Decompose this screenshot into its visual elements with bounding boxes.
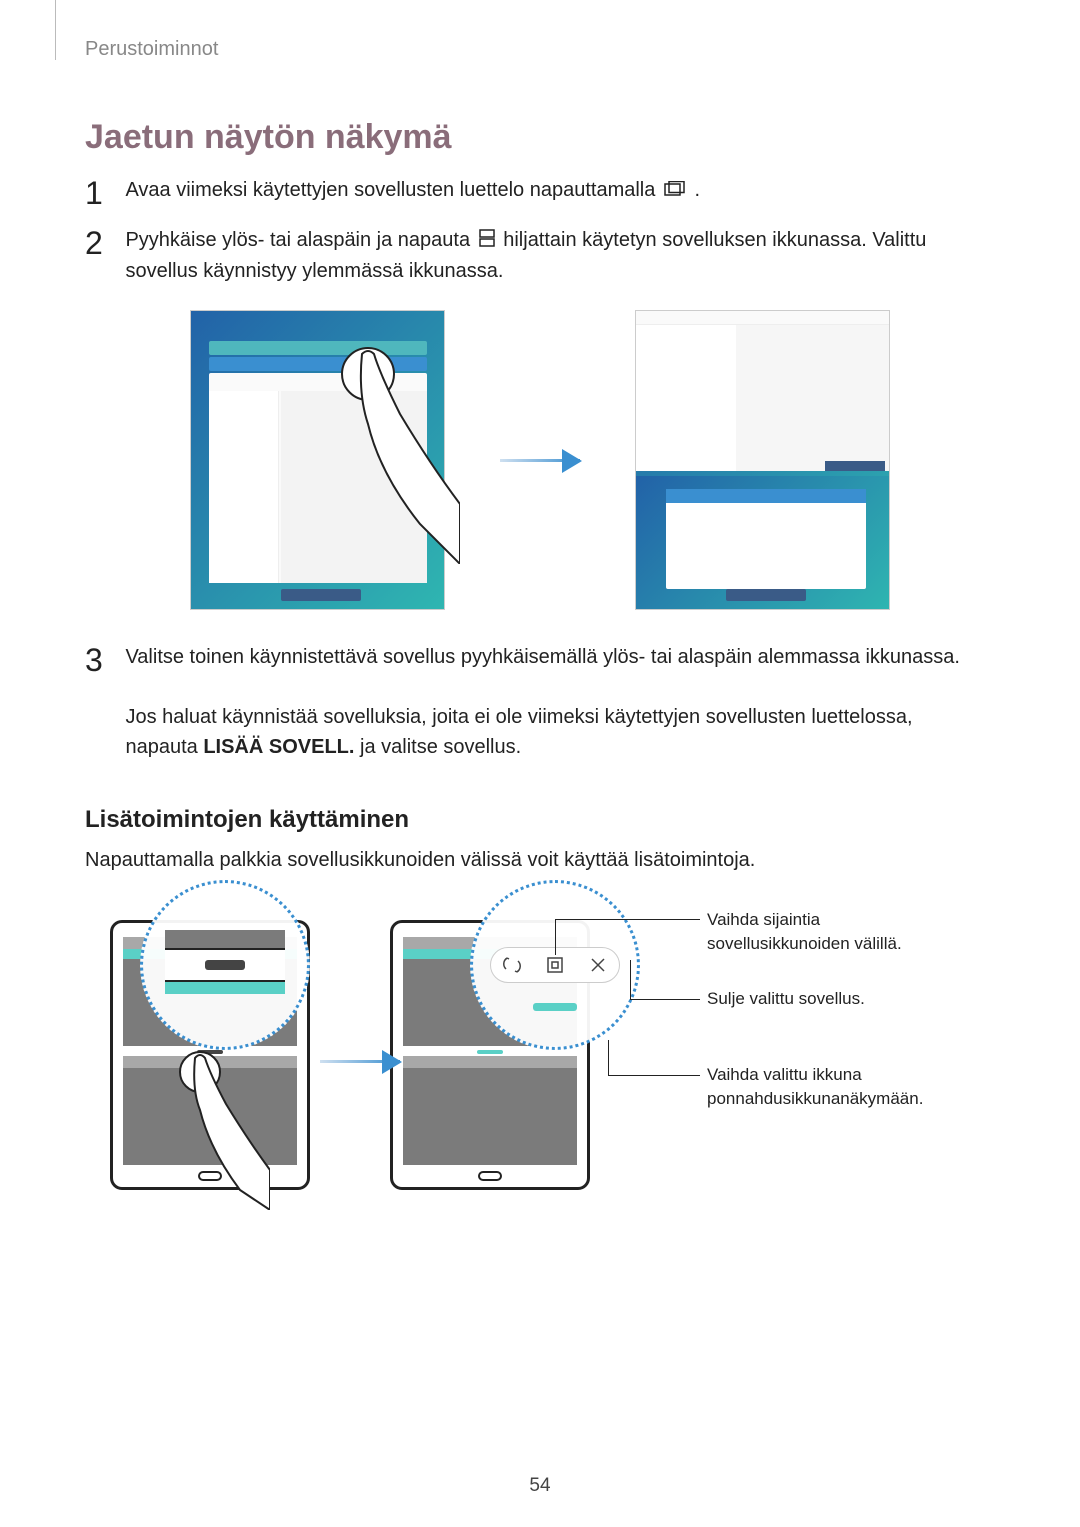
breadcrumb: Perustoiminnot bbox=[85, 38, 218, 61]
step-text: Valitse toinen käynnistettävä sovellus p… bbox=[125, 642, 985, 762]
step-number: 3 bbox=[85, 642, 121, 679]
step-2: 2 Pyyhkäise ylös- tai alaspäin ja napaut… bbox=[85, 225, 995, 286]
home-button-icon bbox=[478, 1171, 502, 1181]
step-text: Pyyhkäise ylös- tai alaspäin ja napauta … bbox=[125, 225, 985, 286]
step-1-text-a: Avaa viimeksi käytettyjen sovellusten lu… bbox=[125, 179, 660, 201]
hand-pointer-icon bbox=[170, 1050, 270, 1210]
zoom-divider-bar bbox=[140, 880, 310, 1050]
sub-section-title: Lisätoimintojen käyttäminen bbox=[85, 806, 409, 834]
step-1-text-b: . bbox=[695, 179, 701, 201]
illustration-row-1 bbox=[190, 310, 890, 610]
swap-windows-icon bbox=[501, 954, 523, 976]
popup-window-icon bbox=[544, 954, 566, 976]
callout-swap: Vaihda sijaintia sovellusikkunoiden väli… bbox=[707, 908, 967, 956]
callout-line bbox=[630, 960, 631, 999]
page-number: 54 bbox=[529, 1475, 550, 1497]
step-3-text-a: Valitse toinen käynnistettävä sovellus p… bbox=[125, 646, 959, 668]
step-3-bold: LISÄÄ SOVELL. bbox=[203, 736, 354, 758]
arrow-icon bbox=[490, 440, 590, 480]
callout-line bbox=[555, 919, 700, 920]
callout-popup: Vaihda valittu ikkuna ponnahdusikkunanäk… bbox=[707, 1063, 977, 1111]
step-3: 3 Valitse toinen käynnistettävä sovellus… bbox=[85, 642, 995, 762]
split-screen-icon bbox=[479, 226, 495, 256]
callout-line bbox=[608, 1040, 609, 1075]
recent-apps-icon bbox=[664, 176, 686, 206]
close-icon bbox=[587, 954, 609, 976]
arrow-icon bbox=[320, 1060, 400, 1063]
step-number: 2 bbox=[85, 225, 121, 262]
callout-line bbox=[555, 919, 556, 955]
step-2-text-a: Pyyhkäise ylös- tai alaspäin ja napauta bbox=[125, 229, 475, 251]
callout-close: Sulje valittu sovellus. bbox=[707, 987, 967, 1011]
step-3-text-c: ja valitse sovellus. bbox=[360, 736, 521, 758]
step-1: 1 Avaa viimeksi käytettyjen sovellusten … bbox=[85, 175, 995, 212]
sub-section-paragraph: Napauttamalla palkkia sovellusikkunoiden… bbox=[85, 845, 755, 875]
step-text: Avaa viimeksi käytettyjen sovellusten lu… bbox=[125, 175, 985, 206]
step-number: 1 bbox=[85, 175, 121, 212]
section-title: Jaetun näytön näkymä bbox=[85, 118, 452, 157]
zoom-toolbar bbox=[470, 880, 640, 1050]
callout-line bbox=[630, 999, 700, 1000]
hand-pointer-icon bbox=[330, 344, 460, 564]
tablet-after bbox=[635, 310, 890, 610]
callout-line bbox=[608, 1075, 700, 1076]
